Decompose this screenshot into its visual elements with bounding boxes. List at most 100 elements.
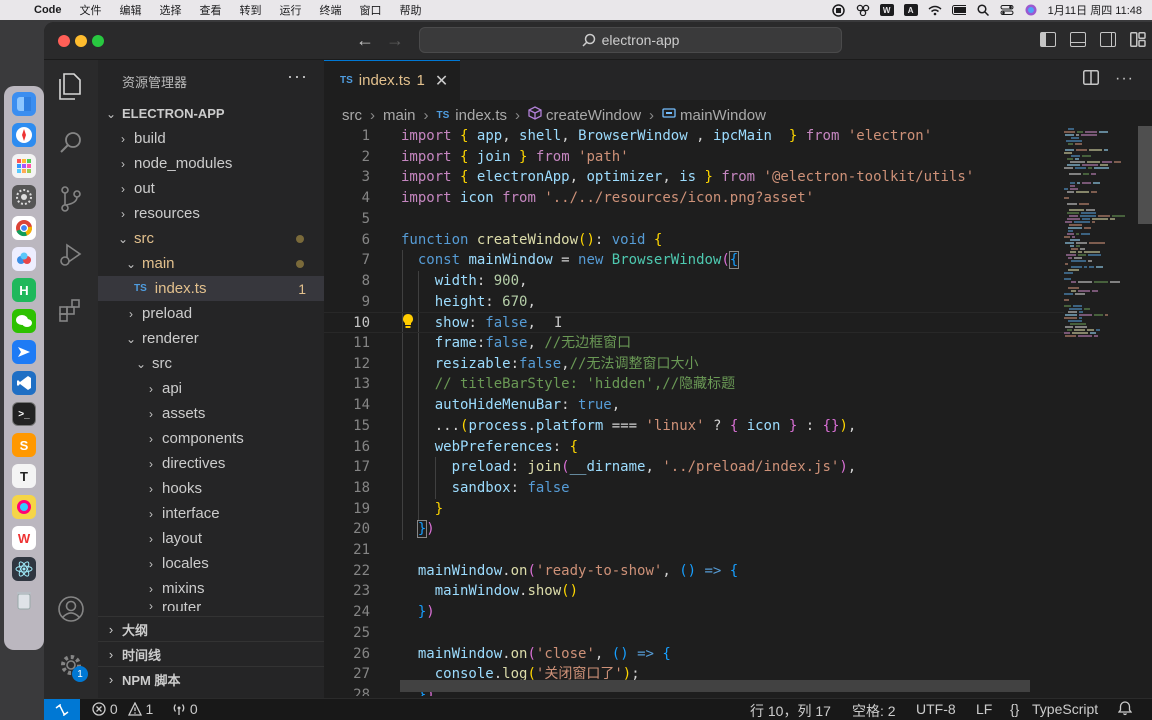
spotlight-search-icon[interactable]	[976, 4, 990, 16]
chrome-icon[interactable]	[12, 216, 36, 240]
customize-layout-icon[interactable]	[1130, 32, 1146, 47]
finder-icon[interactable]	[12, 92, 36, 116]
sublime-text-icon[interactable]: S	[12, 433, 36, 457]
folder-layout[interactable]: › layout	[98, 526, 324, 551]
wps-icon[interactable]: W	[879, 4, 894, 16]
breadcrumb-src[interactable]: src	[342, 107, 362, 124]
tab-index-ts[interactable]: TS index.ts 1 ✕	[324, 60, 460, 100]
problems-indicator[interactable]: 0 1	[92, 701, 153, 717]
vscode-icon[interactable]	[12, 371, 36, 395]
launchpad-icon[interactable]	[12, 154, 36, 178]
forward-arrow-icon[interactable]: →	[386, 30, 404, 51]
toggle-panel-icon[interactable]	[1070, 32, 1086, 47]
zoom-window-button[interactable]	[92, 35, 104, 47]
folder-directives[interactable]: › directives	[98, 451, 324, 476]
baidu-netdisk-icon[interactable]	[12, 247, 36, 271]
folder-components[interactable]: › components	[98, 426, 324, 451]
safari-icon[interactable]	[12, 123, 36, 147]
folder-node-modules[interactable]: › node_modules	[98, 151, 324, 176]
folder-preload[interactable]: › preload	[98, 301, 324, 326]
feishu-icon[interactable]	[12, 340, 36, 364]
end-of-line[interactable]: LF	[976, 701, 992, 717]
menu-selection[interactable]: 选择	[151, 2, 191, 18]
breadcrumb-variable[interactable]: mainWindow	[680, 107, 766, 124]
encoding[interactable]: UTF-8	[916, 701, 956, 717]
menu-edit[interactable]: 编辑	[111, 2, 151, 18]
breadcrumb-file[interactable]: index.ts	[455, 107, 507, 124]
folder-router[interactable]: › router	[98, 599, 324, 611]
app-menu[interactable]: Code	[30, 4, 71, 16]
wifi-icon[interactable]	[928, 4, 942, 16]
system-settings-icon[interactable]	[12, 185, 36, 209]
search-sidebar-icon[interactable]	[54, 126, 88, 160]
folder-build[interactable]: › build	[98, 126, 324, 151]
language-status-icon[interactable]: {}	[1010, 701, 1019, 717]
minimize-window-button[interactable]	[75, 35, 87, 47]
menu-terminal[interactable]: 终端	[311, 2, 351, 18]
menu-window[interactable]: 窗口	[351, 2, 391, 18]
outline-section[interactable]: › 大纲	[98, 616, 324, 641]
menu-view[interactable]: 查看	[191, 2, 231, 18]
manage-gear-icon[interactable]: 1	[54, 648, 88, 682]
menu-bar-clock[interactable]: 1月11日 周四 11:48	[1048, 2, 1142, 18]
terminal-icon[interactable]: >_	[12, 402, 36, 426]
source-control-icon[interactable]	[54, 182, 88, 216]
folder-api[interactable]: › api	[98, 376, 324, 401]
connect-icon[interactable]	[856, 4, 870, 16]
vertical-scrollbar-thumb[interactable]	[1138, 126, 1152, 224]
file-index-ts[interactable]: TS index.ts 1	[98, 276, 324, 301]
menu-file[interactable]: 文件	[71, 2, 111, 18]
folder-main[interactable]: ⌄ main	[98, 251, 324, 276]
split-editor-icon[interactable]	[1083, 70, 1100, 90]
electron-icon[interactable]	[12, 557, 36, 581]
folder-renderer[interactable]: ⌄ renderer	[98, 326, 324, 351]
accounts-icon[interactable]	[54, 592, 88, 626]
close-tab-icon[interactable]: ✕	[435, 71, 448, 91]
folder-resources[interactable]: › resources	[98, 201, 324, 226]
battery-icon[interactable]	[951, 4, 966, 16]
indentation[interactable]: 空格: 2	[852, 701, 896, 720]
close-window-button[interactable]	[58, 35, 70, 47]
menu-help[interactable]: 帮助	[391, 2, 431, 18]
toggle-secondary-sidebar-icon[interactable]	[1100, 32, 1116, 47]
notifications-bell-icon[interactable]	[1117, 701, 1133, 717]
control-center-icon[interactable]	[1000, 4, 1014, 16]
folder-mixins[interactable]: › mixins	[98, 576, 324, 601]
code-editor[interactable]: 1 import { app, shell, BrowserWindow , ip…	[324, 126, 1064, 696]
cursor-position[interactable]: 行 10，列 17	[750, 701, 831, 720]
input-method-icon[interactable]: A	[903, 4, 918, 16]
folder-out[interactable]: › out	[98, 176, 324, 201]
language-mode[interactable]: TypeScript	[1032, 701, 1098, 717]
minimap[interactable]	[1062, 126, 1138, 686]
run-debug-icon[interactable]	[54, 238, 88, 272]
menu-run[interactable]: 运行	[271, 2, 311, 18]
typora-icon[interactable]: T	[12, 464, 36, 488]
wechat-icon[interactable]	[12, 309, 36, 333]
wps-office-icon[interactable]: W	[12, 526, 36, 550]
record-icon[interactable]	[832, 3, 846, 17]
hbuilder-icon[interactable]: H	[12, 278, 36, 302]
remote-indicator-icon[interactable]	[44, 699, 80, 720]
timeline-section[interactable]: › 时间线	[98, 641, 324, 666]
toggle-primary-sidebar-icon[interactable]	[1040, 32, 1056, 47]
back-arrow-icon[interactable]: ←	[356, 30, 374, 51]
horizontal-scrollbar-thumb[interactable]	[400, 680, 1030, 692]
more-editor-actions-icon[interactable]: ···	[1115, 70, 1134, 90]
trash-icon[interactable]	[12, 588, 36, 612]
folder-hooks[interactable]: › hooks	[98, 476, 324, 501]
folder-locales[interactable]: › locales	[98, 551, 324, 576]
breadcrumb-main[interactable]: main	[383, 107, 416, 124]
folder-renderer-src[interactable]: ⌄ src	[98, 351, 324, 376]
folder-interface[interactable]: › interface	[98, 501, 324, 526]
command-center-search[interactable]: electron-app	[419, 27, 842, 53]
npm-scripts-section[interactable]: › NPM 脚本	[98, 666, 324, 691]
project-root[interactable]: ⌄ ELECTRON-APP	[98, 101, 324, 126]
pixelmator-icon[interactable]	[12, 495, 36, 519]
folder-src[interactable]: ⌄ src	[98, 226, 324, 251]
folder-assets[interactable]: › assets	[98, 401, 324, 426]
breadcrumb-function[interactable]: createWindow	[546, 107, 641, 124]
more-actions-icon[interactable]: ···	[287, 66, 308, 87]
extensions-icon[interactable]	[54, 294, 88, 328]
ports-indicator[interactable]: 0	[172, 701, 198, 717]
menu-go[interactable]: 转到	[231, 2, 271, 18]
